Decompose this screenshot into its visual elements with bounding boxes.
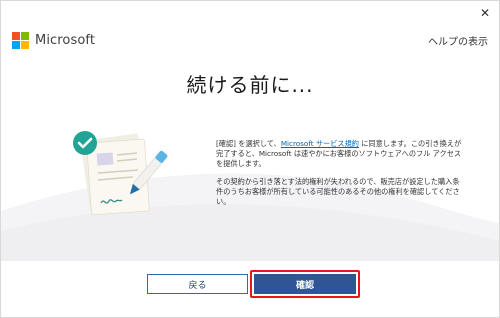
terms-paragraph-2: その契約から引き落とす法的権利が失われるので、販売店が設定した購入条件のうちお客… <box>216 177 460 206</box>
microsoft-logo-icon <box>12 32 29 49</box>
terms-text-before-link: [確認] を選択して、 <box>216 139 281 148</box>
page-title: 続ける前に... <box>186 73 314 97</box>
terms-paragraph-1: [確認] を選択して、Microsoft サービス規約 に同意します。この引き換… <box>216 139 466 169</box>
terms-text: [確認] を選択して、Microsoft サービス規約 に同意します。この引き換… <box>216 139 466 215</box>
contract-illustration <box>73 131 168 216</box>
help-link[interactable]: ヘルプの表示 <box>428 33 488 48</box>
confirm-button[interactable]: 確認 <box>254 274 356 294</box>
close-icon[interactable]: ✕ <box>477 5 493 21</box>
brand: Microsoft <box>12 32 95 49</box>
dialog-window: ✕ Microsoft ヘルプの表示 続ける前に... [確認] を選択して、M… <box>0 0 500 318</box>
check-circle-icon <box>73 131 97 155</box>
service-terms-link[interactable]: Microsoft サービス規約 <box>281 139 359 148</box>
back-button[interactable]: 戻る <box>147 274 248 294</box>
brand-name: Microsoft <box>35 33 96 48</box>
